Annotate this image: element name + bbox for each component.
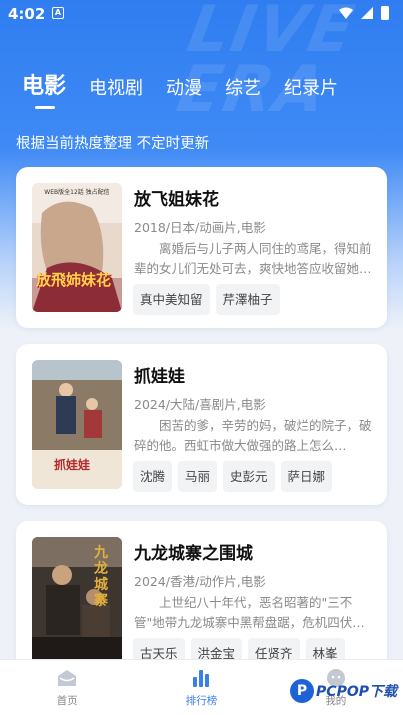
poster-title-text: 抓娃娃 [54, 458, 91, 472]
movie-description: 困苦的爹，辛劳的妈，破烂的院子，破碎的他。西虹市做大做强的路上怎么… [134, 418, 372, 453]
tab-variety[interactable]: 综艺 [225, 74, 261, 100]
cast-tags: 沈腾 马丽 史彭元 萨日娜 [133, 461, 333, 492]
movie-title: 九龙城寨之围城 [134, 544, 253, 564]
site-watermark: P PCPOP下载 [290, 679, 397, 703]
cast-tag[interactable]: 沈腾 [133, 461, 173, 492]
cast-tag[interactable]: 真中美知留 [133, 284, 210, 315]
movie-poster: 抓娃娃 [32, 360, 122, 489]
nav-home[interactable]: 首页 [27, 667, 107, 708]
wifi-icon [339, 7, 353, 19]
poster-top-text: WEB版全12話 独占配信 [44, 189, 110, 196]
ranking-icon [193, 670, 210, 687]
nav-ranking[interactable]: 排行榜 [161, 667, 241, 708]
movie-title: 放飞姐妹花 [134, 190, 219, 210]
home-icon [58, 670, 77, 686]
movie-poster: WEB版全12話 独占配信 放飛姉妹花 [32, 183, 122, 312]
movie-card[interactable]: WEB版全12話 独占配信 放飛姉妹花 放飞姐妹花 2018/日本/动画片,电影… [16, 167, 387, 328]
nav-home-label: 首页 [56, 695, 78, 707]
movie-title: 抓娃娃 [134, 367, 185, 387]
notification-icon: A [52, 7, 64, 19]
watermark-logo: P [290, 679, 315, 703]
movie-meta: 2024/香港/动作片,电影 [134, 574, 266, 589]
cast-tag[interactable]: 芹澤柚子 [215, 284, 280, 315]
nav-ranking-label: 排行榜 [185, 695, 218, 707]
movie-card[interactable]: 抓娃娃 抓娃娃 2024/大陆/喜剧片,电影 困苦的爹，辛劳的妈，破烂的院子，破… [16, 344, 387, 505]
poster-title-text: 放飛姉妹花 [36, 271, 112, 289]
movie-description: 离婚后与儿子两人同住的鸢尾，得知前辈的女儿们无处可去，爽快地答应收留她们… [134, 241, 372, 276]
status-time: 4:02 [8, 5, 46, 23]
tab-anime[interactable]: 动漫 [166, 74, 202, 100]
tab-movie[interactable]: 电影 [22, 68, 66, 109]
cast-tag[interactable]: 萨日娜 [280, 461, 333, 492]
category-tabs: 电影 电视剧 动漫 综艺 纪录片 [22, 68, 361, 109]
movie-description: 上世纪八十年代，恶名昭著的"三不管"地带九龙城寨中黑帮盘踞，危机四伏… [134, 595, 365, 630]
watermark-text: PCPOP下载 [316, 684, 397, 700]
tab-tv-series[interactable]: 电视剧 [89, 74, 143, 100]
tab-documentary[interactable]: 纪录片 [284, 74, 338, 100]
movie-meta: 2024/大陆/喜剧片,电影 [134, 397, 266, 412]
movie-poster: 九龙城寨 [32, 537, 122, 666]
battery-icon [381, 6, 389, 20]
status-bar: 4:02 A [0, 0, 403, 28]
movie-card[interactable]: 九龙城寨 九龙城寨之围城 2024/香港/动作片,电影 上世纪八十年代，恶名昭著… [16, 521, 387, 682]
status-icons [339, 6, 389, 20]
ranking-subtitle: 根据当前热度整理 不定时更新 [16, 136, 210, 152]
poster-title-text: 九龙城寨 [94, 545, 108, 609]
signal-icon [361, 7, 373, 19]
cast-tag[interactable]: 马丽 [178, 461, 218, 492]
cast-tags: 真中美知留 芹澤柚子 [133, 284, 280, 315]
cast-tag[interactable]: 史彭元 [223, 461, 275, 492]
movie-meta: 2018/日本/动画片,电影 [134, 220, 266, 235]
